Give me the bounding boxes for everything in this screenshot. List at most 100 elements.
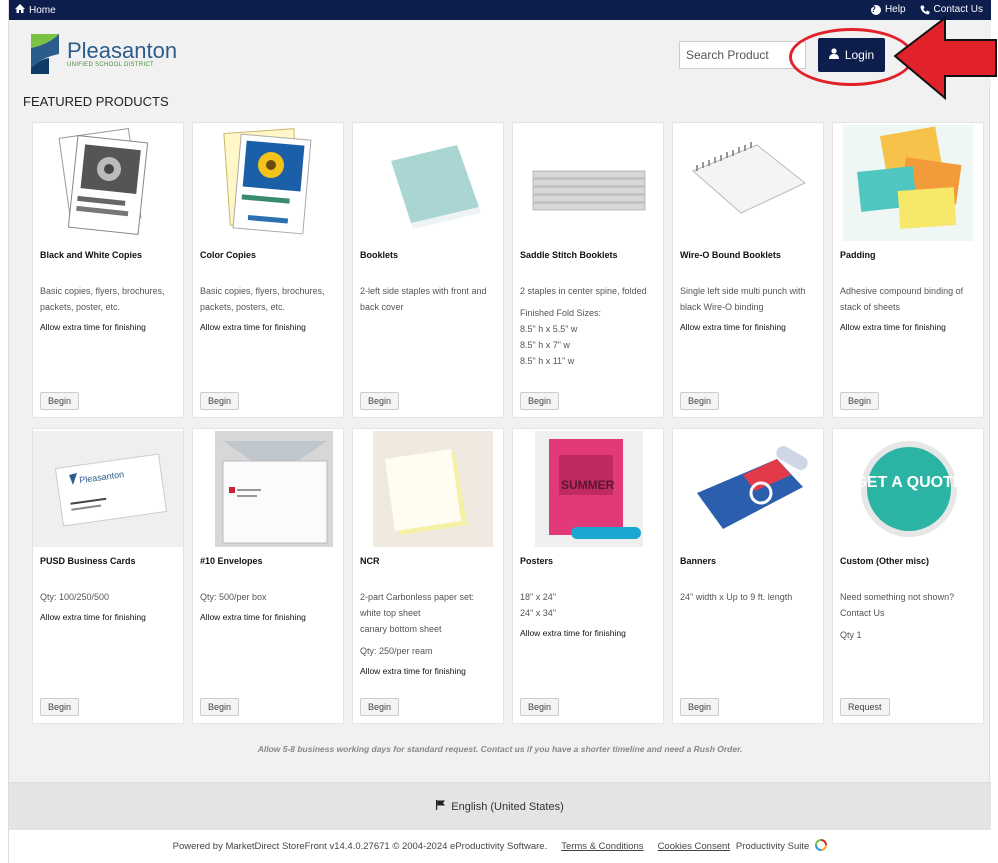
product-description: 8.5" h x 5.5" w	[520, 324, 578, 334]
begin-button[interactable]: Begin	[680, 392, 720, 410]
product-title: Banners	[680, 556, 717, 566]
posters-image: SUMMER	[535, 431, 643, 547]
product-description: Qty: 100/250/500	[40, 592, 110, 602]
product-title: Posters	[520, 556, 554, 566]
featured-products-heading: FEATURED PRODUCTS	[23, 94, 169, 109]
product-description: 2 staples in center spine, folded	[520, 286, 647, 296]
phone-icon	[920, 5, 930, 15]
get-quote-text: GET A QUOTE	[854, 474, 963, 491]
storefront-page: Home ? Help Contact Us Pleasanton UNIFIE…	[8, 0, 991, 863]
product-note: Allow extra time for finishing	[40, 612, 146, 622]
product-card-wire-o[interactable]: Wire-O Bound Booklets Single left side m…	[672, 122, 824, 418]
wire-o-image	[692, 142, 806, 214]
ncr-image	[373, 431, 493, 547]
begin-button[interactable]: Begin	[40, 698, 80, 716]
begin-button[interactable]: Begin	[360, 698, 400, 716]
product-description: Basic copies, flyers, brochures, packets…	[40, 286, 165, 312]
product-title: Booklets	[360, 250, 399, 260]
home-icon	[15, 4, 25, 16]
product-description: Single left side multi punch with black …	[680, 286, 806, 312]
product-title: Wire-O Bound Booklets	[680, 250, 781, 260]
product-card-ncr[interactable]: NCR 2-part Carbonless paper set: white t…	[352, 428, 504, 724]
productivity-suite-text: Productivity Suite	[735, 841, 810, 852]
product-card-posters[interactable]: SUMMER Posters 18" x 24" 24" x 34" Allow…	[512, 428, 664, 724]
envelopes-image	[215, 431, 333, 547]
begin-button[interactable]: Begin	[200, 698, 240, 716]
product-title: Color Copies	[200, 250, 257, 260]
begin-button[interactable]: Begin	[520, 392, 560, 410]
product-title: PUSD Business Cards	[40, 556, 136, 566]
product-card-black-white[interactable]: Black and White Copies Basic copies, fly…	[32, 122, 184, 418]
home-link[interactable]: Home	[15, 4, 56, 16]
business-cards-image: Pleasanton	[33, 431, 183, 547]
product-card-envelopes[interactable]: #10 Envelopes Qty: 500/per box Allow ext…	[192, 428, 344, 724]
product-title: Saddle Stitch Booklets	[520, 250, 618, 260]
district-name: Pleasanton	[67, 38, 178, 63]
product-description: 18" x 24"	[520, 592, 556, 602]
product-description: white top sheet	[360, 608, 421, 618]
product-note: Allow extra time for finishing	[680, 322, 786, 332]
login-label: Login	[844, 48, 875, 62]
powered-by-text: Powered by MarketDirect StoreFront v14.4…	[172, 841, 548, 852]
product-card-business-cards[interactable]: Pleasanton PUSD Business Cards Qty: 100/…	[32, 428, 184, 724]
product-title: #10 Envelopes	[200, 556, 263, 566]
product-note: Allow extra time for finishing	[520, 628, 626, 638]
site-header: Pleasanton UNIFIED SCHOOL DISTRICT Searc…	[9, 20, 991, 88]
search-input[interactable]: Search Product	[679, 41, 806, 69]
terms-link[interactable]: Terms & Conditions	[561, 841, 643, 852]
district-logo-mark	[31, 34, 59, 74]
contact-label: Contact Us	[933, 4, 983, 15]
product-description: 24" x 34"	[520, 608, 556, 618]
product-note: Allow extra time for finishing	[200, 612, 306, 622]
begin-button[interactable]: Begin	[840, 392, 880, 410]
top-bar: Home ? Help Contact Us	[9, 0, 991, 20]
language-label: English (United States)	[451, 800, 564, 813]
product-title: Black and White Copies	[40, 250, 143, 260]
product-description: Qty 1	[840, 630, 862, 640]
product-card-banners[interactable]: Banners 24" width x Up to 9 ft. length B…	[672, 428, 824, 724]
request-button[interactable]: Request	[840, 698, 890, 716]
product-description: 2-part Carbonless paper set:	[360, 592, 475, 602]
get-quote-image: GET A QUOTE	[854, 441, 964, 537]
user-icon	[828, 48, 839, 62]
product-description: 8.5" h x 11" w	[520, 356, 575, 366]
language-selector[interactable]: English (United States)	[9, 800, 991, 813]
product-description: 2-left side staples with front and back …	[360, 286, 487, 312]
product-card-custom[interactable]: GET A QUOTE Custom (Other misc) Need som…	[832, 428, 984, 724]
product-card-booklets[interactable]: Booklets 2-left side staples with front …	[352, 122, 504, 418]
help-label: Help	[884, 4, 906, 15]
begin-button[interactable]: Begin	[360, 392, 400, 410]
banners-image	[697, 446, 808, 529]
product-description: canary bottom sheet	[360, 624, 442, 634]
begin-button[interactable]: Begin	[680, 698, 720, 716]
help-link[interactable]: ? Help	[870, 4, 906, 15]
bw-copies-image	[58, 128, 149, 235]
begin-button[interactable]: Begin	[40, 392, 80, 410]
login-button[interactable]: Login	[818, 38, 885, 72]
product-card-padding[interactable]: Padding Adhesive compound binding of sta…	[832, 122, 984, 418]
cookies-link[interactable]: Cookies Consent	[658, 841, 730, 852]
district-logo[interactable]: Pleasanton UNIFIED SCHOOL DISTRICT	[29, 32, 177, 76]
product-title: NCR	[360, 556, 380, 566]
contact-link[interactable]: Contact Us	[920, 4, 983, 15]
product-card-saddle-stitch[interactable]: Saddle Stitch Booklets 2 staples in cent…	[512, 122, 664, 418]
saddle-stitch-image	[532, 170, 646, 211]
product-description: Need something not shown? Contact Us	[840, 592, 955, 618]
product-description: 8.5" h x 7" w	[520, 340, 570, 350]
annotation-arrow	[893, 16, 997, 101]
flag-icon	[436, 800, 446, 813]
color-copies-image	[223, 128, 312, 235]
product-note: Allow extra time for finishing	[360, 666, 466, 676]
site-footer: Powered by MarketDirect StoreFront v14.4…	[9, 830, 991, 863]
begin-button[interactable]: Begin	[200, 392, 240, 410]
language-band: English (United States)	[9, 782, 991, 830]
product-note: Allow extra time for finishing	[40, 322, 146, 332]
question-icon: ?	[870, 4, 881, 15]
product-description: Qty: 250/per ream	[360, 646, 433, 656]
poster-word: SUMMER	[561, 478, 615, 492]
begin-button[interactable]: Begin	[520, 698, 560, 716]
product-description: Finished Fold Sizes:	[520, 308, 602, 318]
product-card-color[interactable]: Color Copies Basic copies, flyers, broch…	[192, 122, 344, 418]
product-note: Allow extra time for finishing	[840, 322, 946, 332]
padding-image	[843, 125, 973, 241]
